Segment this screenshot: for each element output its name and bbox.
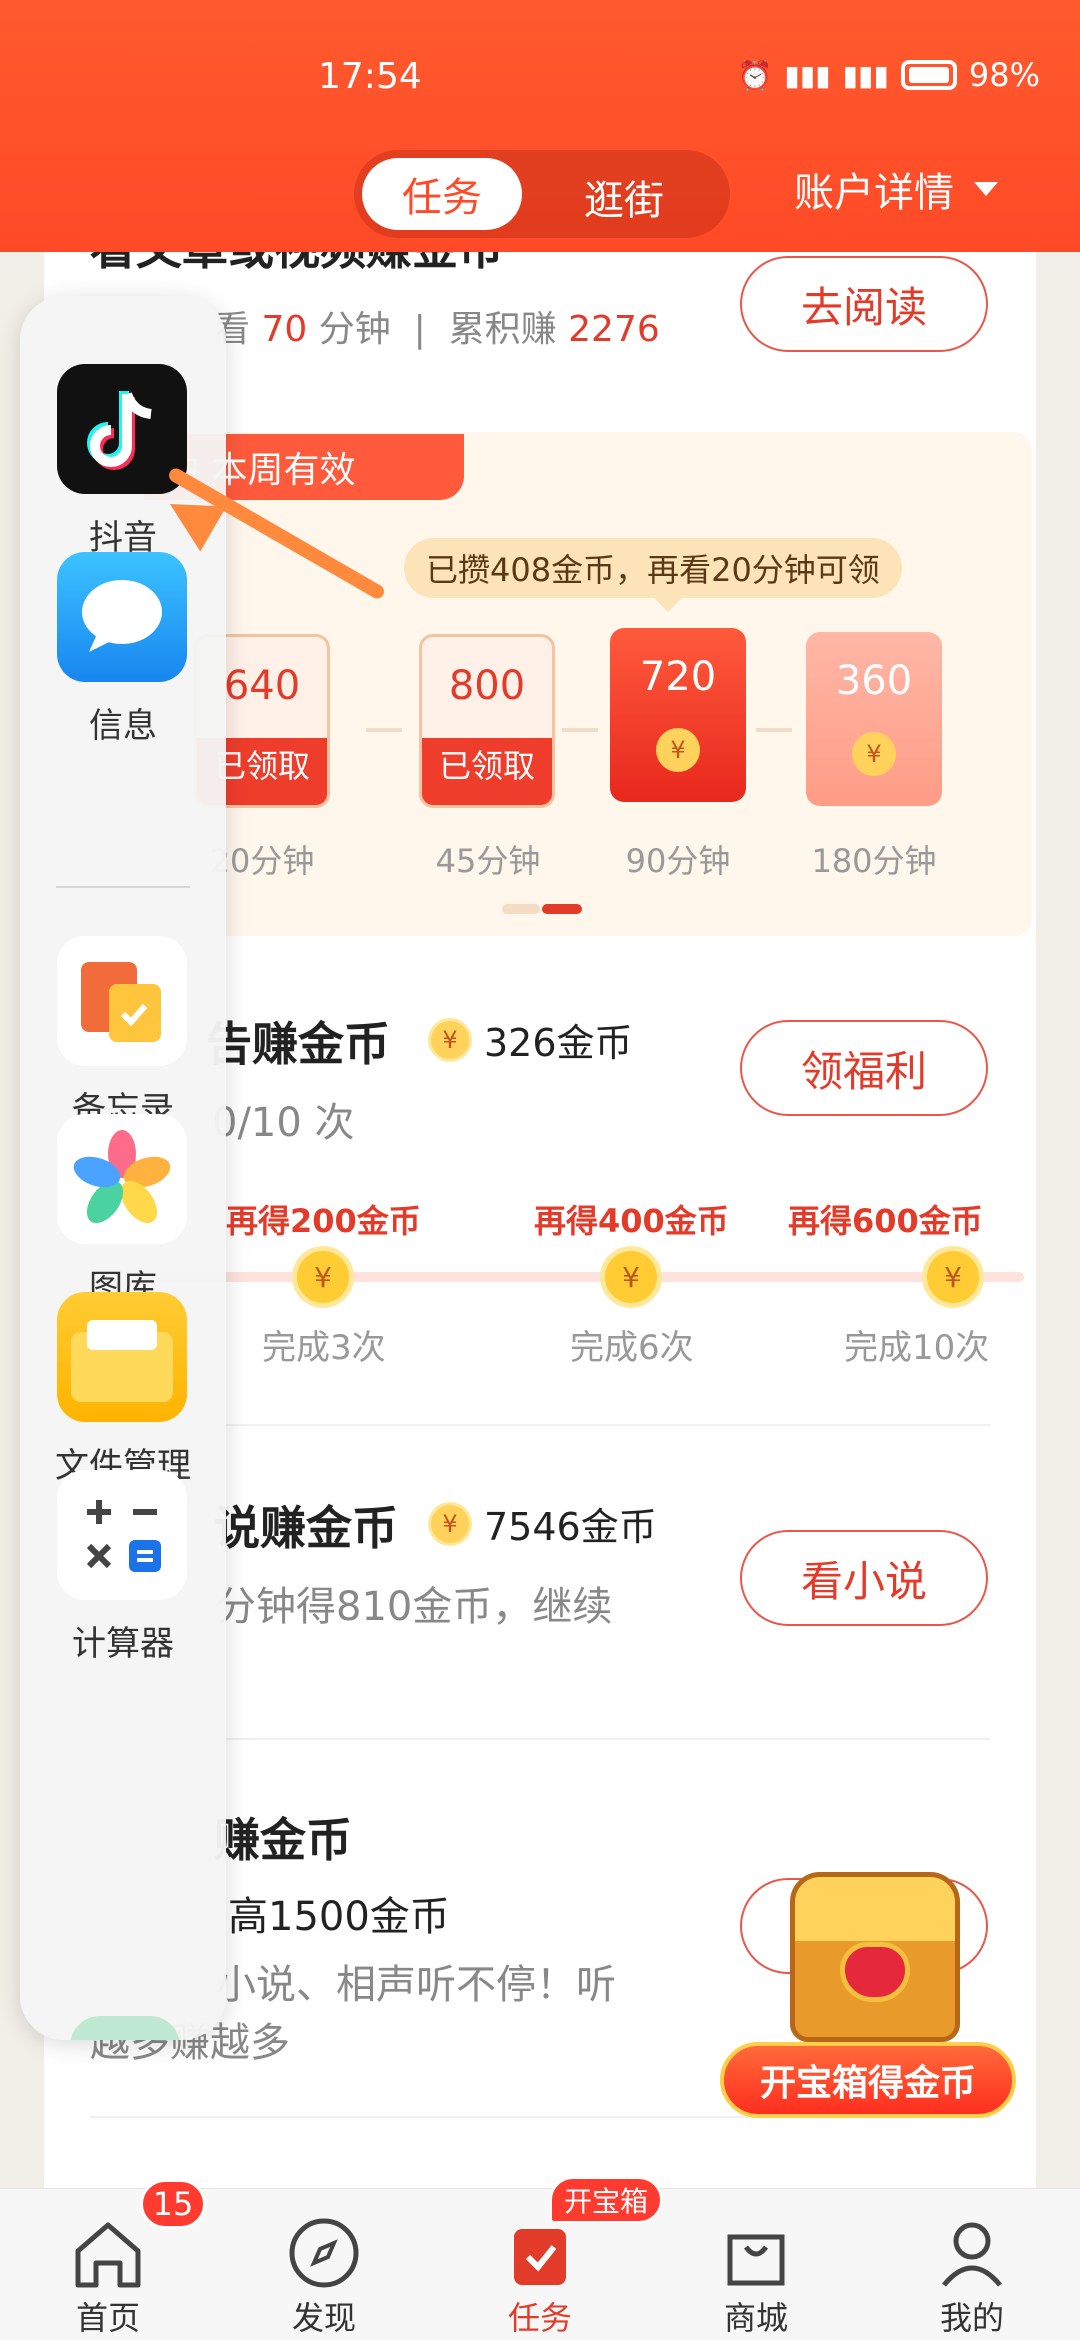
reading-stats: 看 70 分钟 | 累积赚 2276: [214, 300, 660, 352]
shop-bag-icon: [727, 2234, 785, 2286]
milestone-label: 完成10次: [844, 1328, 990, 1368]
novel-desc: 分钟得810金币，继续: [216, 1584, 613, 1630]
ads-title: 告赚金币: [206, 1017, 390, 1071]
envelope-amount: 360: [835, 658, 913, 704]
yuan-coin-icon: ¥: [656, 728, 700, 772]
yuan-coin-icon: ¥: [852, 732, 896, 776]
tiktok-icon: [57, 364, 187, 494]
battery-percent: 98%: [968, 56, 1040, 94]
account-details-label: 账户详情: [794, 170, 954, 216]
tab-shopping[interactable]: 逛街: [584, 168, 664, 226]
nav-label: 任务: [507, 2299, 572, 2337]
accum-value: 2276: [568, 309, 660, 350]
account-details-dropdown[interactable]: 账户详情: [794, 160, 998, 218]
dock-app-label: 计算器: [72, 1624, 174, 1664]
envelope-time: 180分钟: [811, 842, 937, 880]
status-icons: ⏰ ▮▮▮ ▮▮▮ 98%: [738, 56, 1040, 94]
envelope-connector: [366, 728, 402, 732]
reading-title: 看文章或视频赚金币: [90, 252, 504, 278]
envelope-4[interactable]: 360 ¥: [806, 632, 942, 806]
ads-coins-value: 326金币: [484, 1021, 633, 1065]
signal-icon-2: ▮▮▮: [842, 58, 889, 92]
envelope-connector: [562, 728, 598, 732]
dock-app-calculator[interactable]: 计算器: [20, 1470, 226, 1710]
open-chest-button[interactable]: 开宝箱得金币: [720, 2042, 1016, 2118]
milestone-reward: 再得200金币: [226, 1202, 421, 1240]
alarm-icon: ⏰: [737, 58, 773, 92]
envelope-status: 已领取: [438, 747, 535, 785]
envelope-2[interactable]: 800 已领取: [419, 634, 555, 808]
nav-home[interactable]: 15 首页: [0, 2179, 216, 2340]
novel-coins-value: 7546金币: [484, 1505, 657, 1549]
weekly-tip: 已攒408金币，再看20分钟可领: [404, 538, 902, 612]
watch-minutes: 70: [261, 309, 308, 350]
battery-icon: [900, 60, 957, 90]
envelope-time: 90分钟: [625, 842, 731, 880]
novel-coins: ¥ 7546金币: [428, 1496, 657, 1551]
gold-coin-icon: ¥: [428, 1501, 472, 1546]
treasure-chest-widget[interactable]: 开宝箱得金币: [720, 1872, 1020, 2122]
envelope-amount: 800: [448, 663, 526, 709]
gold-coin-icon: ¥: [428, 1017, 472, 1062]
status-time: 17:54: [318, 56, 422, 97]
heart-icon: [840, 1942, 910, 2002]
milestone-reward: 再得400金币: [534, 1202, 729, 1240]
milestone-coin-icon: ¥: [600, 1246, 662, 1308]
stat-divider: |: [402, 309, 438, 350]
nav-label: 首页: [75, 2299, 140, 2337]
milestone-label: 完成6次: [570, 1328, 694, 1368]
signal-icon: ▮▮▮: [784, 58, 831, 92]
open-chest-badge: 开宝箱: [550, 2177, 663, 2223]
tab-task[interactable]: 任务: [362, 158, 522, 230]
ads-progress-track: [144, 1272, 1024, 1282]
audio-coins: 高1500金币: [228, 1894, 450, 1940]
envelope-3[interactable]: 720 ¥: [610, 628, 746, 802]
carousel-pager: [502, 904, 582, 914]
nav-shop[interactable]: 商城: [648, 2189, 864, 2340]
watch-unit: 分钟: [318, 309, 391, 350]
ads-progress: 0/10 次: [212, 1100, 355, 1146]
nav-profile[interactable]: 我的: [864, 2189, 1080, 2340]
dock-app-partial[interactable]: [70, 2016, 180, 2040]
side-app-dock: 抖音 信息 备忘录 图库 文件管理 计算器: [20, 296, 226, 2040]
audio-desc-1: 小说、相声听不停！听: [216, 1962, 616, 2008]
dock-divider: [56, 886, 190, 888]
audio-title: 赚金币: [214, 1813, 352, 1867]
milestone-coin-icon: ¥: [292, 1246, 354, 1308]
read-novel-button[interactable]: 看小说: [740, 1530, 988, 1626]
calculator-icon: [57, 1470, 187, 1600]
bottom-nav: 15 首页 发现 开宝箱 任务 商城 我的: [0, 2177, 1080, 2340]
accum-label: 累积赚: [448, 309, 557, 350]
profile-icon: [942, 2222, 1002, 2287]
messages-icon: [57, 552, 187, 682]
envelope-connector: [756, 728, 792, 732]
nav-discover[interactable]: 发现: [216, 2189, 432, 2340]
compass-icon: [289, 2218, 359, 2288]
notification-badge: 15: [140, 2179, 206, 2229]
milestone-coin-icon: ¥: [922, 1246, 984, 1308]
envelope-time: 45分钟: [435, 842, 541, 880]
header: 17:54 ⏰ ▮▮▮ ▮▮▮ 98% 任务 逛街 账户详情: [0, 0, 1080, 252]
chevron-down-icon: [974, 182, 998, 196]
notes-icon: [57, 936, 187, 1066]
go-read-button[interactable]: 去阅读: [740, 256, 988, 352]
milestone-reward: 再得600金币: [788, 1202, 983, 1240]
nav-label: 商城: [723, 2299, 788, 2337]
ads-coins: ¥ 326金币: [428, 1012, 633, 1067]
gallery-icon: [57, 1114, 187, 1244]
envelope-amount: 720: [639, 654, 717, 700]
tab-switcher: 任务 逛街: [354, 150, 730, 238]
dock-app-messages[interactable]: 信息: [20, 552, 226, 792]
dock-app-label: 信息: [89, 706, 157, 746]
files-icon: [57, 1292, 187, 1422]
nav-task[interactable]: 开宝箱 任务: [432, 2177, 663, 2340]
milestone-label: 完成3次: [262, 1328, 386, 1368]
home-icon: [75, 2222, 141, 2288]
task-icon: [514, 2229, 566, 2285]
novel-title: 说赚金币: [214, 1501, 398, 1555]
claim-benefit-button[interactable]: 领福利: [740, 1020, 988, 1116]
nav-label: 我的: [939, 2299, 1004, 2337]
nav-label: 发现: [291, 2299, 356, 2337]
